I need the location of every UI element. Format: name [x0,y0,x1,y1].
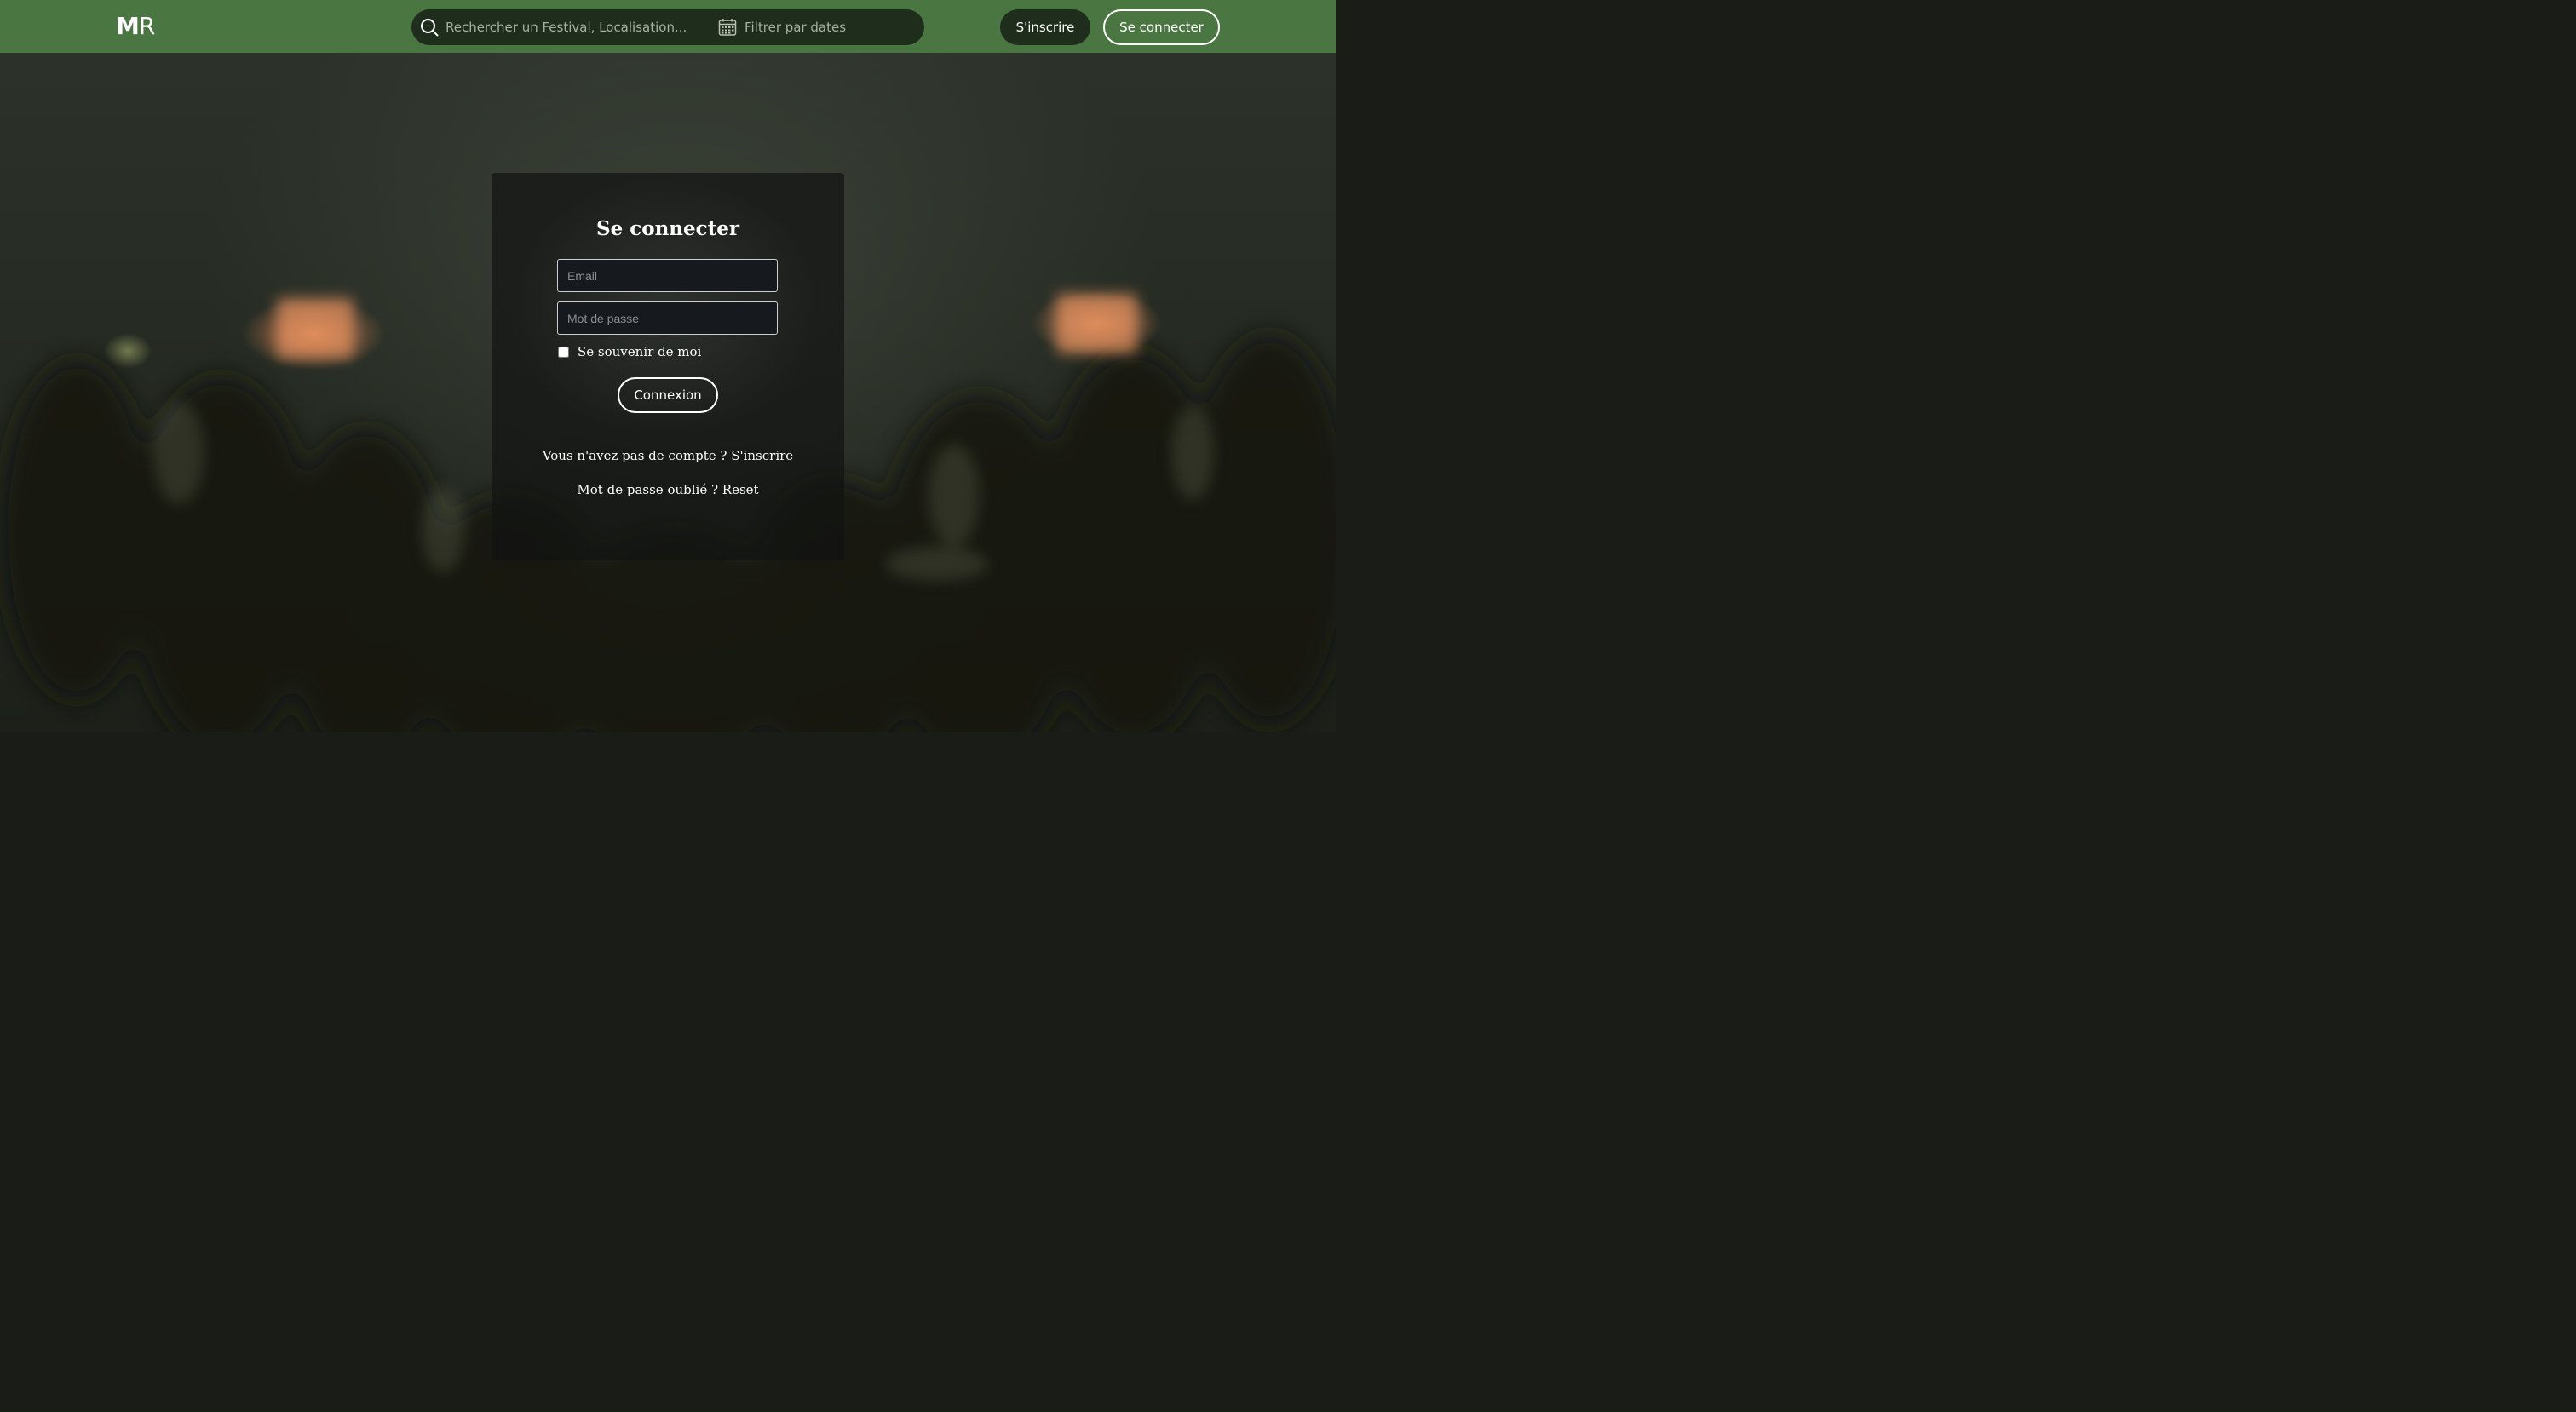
logo[interactable]: MR [116,12,155,40]
date-filter-input[interactable] [745,9,906,45]
logo-letter-m: M [116,12,140,40]
email-field[interactable] [557,259,778,292]
login-button[interactable]: Se connecter [1103,9,1220,45]
search-input[interactable] [446,9,693,45]
search-icon [421,19,439,37]
signup-prompt-text: Vous n'avez pas de compte ? [542,448,732,463]
forgot-password-text: Mot de passe oublié ? [577,482,722,497]
connexion-button[interactable]: Connexion [618,377,718,413]
signup-button[interactable]: S'inscrire [1000,9,1090,45]
remember-me-row: Se souvenir de moi [557,342,701,361]
search-bar [411,9,924,45]
remember-me-checkbox[interactable] [558,346,569,358]
reset-link[interactable]: Reset [722,482,759,497]
signup-prompt: Vous n'avez pas de compte ? S'inscrire [492,448,844,463]
calendar-icon [718,19,737,36]
login-page: MR Rechercher un Festival, Localisation.… [0,0,1336,732]
signup-link[interactable]: S'inscrire [731,448,793,463]
top-navbar: MR Rechercher un Festival, Localisation.… [0,0,1336,53]
forgot-password-prompt: Mot de passe oublié ? Reset [492,482,844,497]
remember-me-label[interactable]: Se souvenir de moi [578,344,701,359]
logo-letter-r: R [138,12,155,40]
login-card: Se connecter Se souvenir de moi Connexio… [492,173,844,560]
login-title: Se connecter [595,217,740,240]
password-field[interactable] [557,301,778,335]
